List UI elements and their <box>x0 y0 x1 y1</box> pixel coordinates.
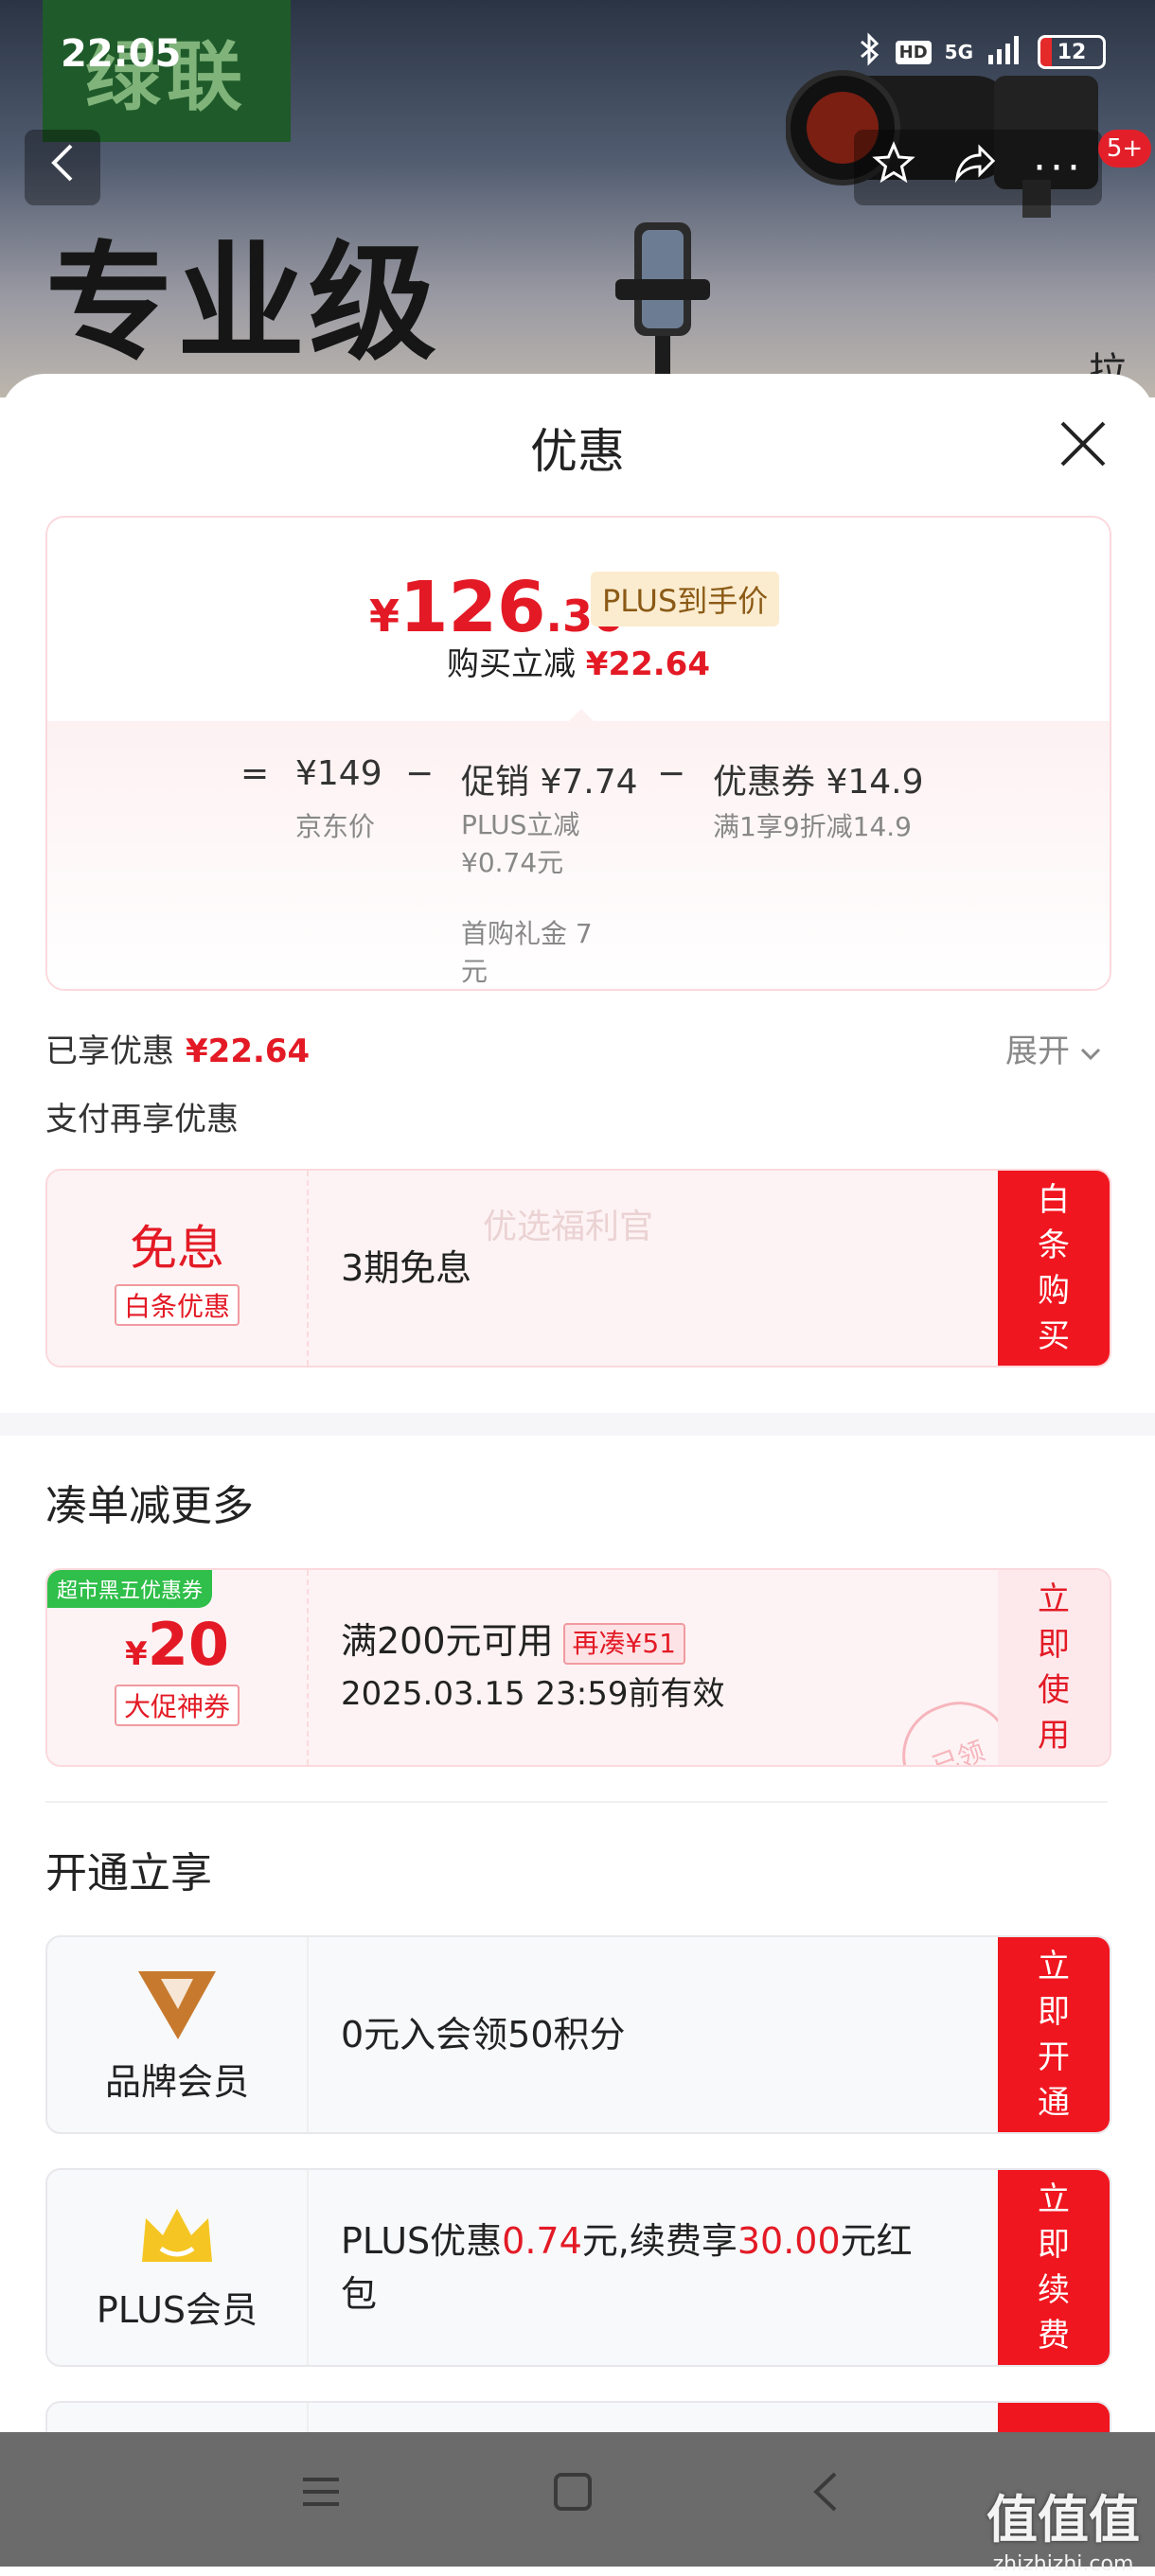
expand-label: 展开 <box>1005 1032 1070 1070</box>
reduce-line: 购买立减 ¥22.64 <box>47 638 1110 684</box>
site-watermark: 值值值 zhizhizhi.com <box>986 2478 1140 2576</box>
plus-member-card: PLUS会员 PLUS优惠0.74元,续费享30.00元红包 立即续费 <box>45 2168 1111 2367</box>
pay-more-label: 支付再享优惠 <box>45 1101 239 1138</box>
baitiao-card: 免息 白条优惠 优选福利官 3期免息 白条购买 <box>45 1169 1111 1367</box>
coupon-left: ¥20 大促神券 <box>47 1570 309 1765</box>
star-icon[interactable] <box>872 140 915 195</box>
coupon-desc: 满200元可用 再凑¥51 2025.03.15 23:59前有效 <box>341 1570 724 1765</box>
final-price: ¥126.36 <box>369 567 623 648</box>
system-nav-bar <box>0 2432 1155 2567</box>
promo-first-buy-detail: 首购礼金 7元 <box>461 918 593 987</box>
plus-desc-d: 30.00 <box>737 2220 841 2262</box>
separator <box>45 1801 1108 1803</box>
price-integer: 126 <box>400 567 546 648</box>
clock: 22:05 <box>61 32 182 76</box>
coupon-card: 超市黑五优惠券 ¥20 大促神券 满200元可用 再凑¥51 2025.03.15… <box>45 1568 1111 1767</box>
home-icon[interactable] <box>551 2470 595 2517</box>
section-divider <box>0 1413 1155 1436</box>
price-currency: ¥ <box>369 591 400 642</box>
menu-icon[interactable] <box>299 2470 343 2517</box>
crown-icon <box>136 2203 218 2273</box>
enjoyed-label: 已享优惠 <box>45 1032 174 1070</box>
site-watermark-big: 值值值 <box>986 2490 1140 2550</box>
plus-member-name: PLUS会员 <box>96 2288 258 2331</box>
cart-badge: 5+ <box>1098 130 1151 168</box>
more-icon[interactable]: ··· <box>1033 144 1084 192</box>
coupon-value: ¥20 <box>125 1610 229 1679</box>
section-title-more: 凑单减更多 <box>45 1482 254 1530</box>
baitiao-desc-text: 3期免息 <box>341 1247 472 1289</box>
coupon-amount: 优惠券 ¥14.9 <box>713 763 924 802</box>
brand-member-left: 品牌会员 <box>47 1937 309 2132</box>
price-card: ¥126.36 PLUS到手价 购买立减 ¥22.64 = ¥149 京东价 −… <box>45 516 1111 991</box>
coupon-tag: 大促神券 <box>114 1684 240 1726</box>
share-icon[interactable] <box>951 142 997 194</box>
jd-price: ¥149 <box>295 754 382 793</box>
coupon-currency: ¥ <box>125 1634 148 1673</box>
renew-plus-button[interactable]: 立即续费 <box>998 2170 1110 2365</box>
site-watermark-small: zhizhizhi.com <box>992 2552 1134 2576</box>
coupon-expire: 2025.03.15 23:59前有效 <box>341 1675 725 1713</box>
back-button[interactable] <box>25 130 100 205</box>
brand-member-desc-text: 0元入会领50积分 <box>341 2014 626 2056</box>
close-icon[interactable] <box>1058 419 1108 468</box>
baitiao-desc: 3期免息 <box>341 1171 471 1366</box>
network-label: 5G <box>944 41 973 63</box>
equals-sign: = <box>240 754 270 793</box>
coupon-detail: 满1享9折减14.9 <box>713 811 912 842</box>
signal-icon <box>986 34 1024 70</box>
pointer-triangle <box>568 709 595 722</box>
plus-price-tag: PLUS到手价 <box>591 572 780 626</box>
baitiao-title: 免息 <box>130 1221 224 1276</box>
plus-desc-b: 0.74 <box>502 2220 582 2262</box>
plus-desc-c: 元,续费享 <box>581 2220 737 2262</box>
use-coupon-button[interactable]: 立即使用 <box>998 1570 1110 1765</box>
plus-member-desc: PLUS优惠0.74元,续费享30.00元红包 <box>341 2170 947 2365</box>
brand-member-desc: 0元入会领50积分 <box>341 1937 626 2132</box>
reduce-label: 购买立减 <box>446 645 576 683</box>
reduce-value: ¥22.64 <box>585 645 710 683</box>
baitiao-buy-button[interactable]: 白条购买 <box>998 1171 1110 1366</box>
top-actions: ··· <box>854 130 1102 205</box>
coupon-extra-tag: 再凑¥51 <box>562 1622 685 1665</box>
brand-member-card: 品牌会员 0元入会领50积分 立即开通 <box>45 1935 1111 2134</box>
baitiao-left: 免息 白条优惠 <box>47 1171 309 1366</box>
enjoyed-value: ¥22.64 <box>186 1032 311 1070</box>
status-bar: 22:05 HD 5G 12 <box>0 0 1155 104</box>
plus-desc-a: PLUS优惠 <box>341 2220 503 2262</box>
minus-sign: − <box>405 754 435 793</box>
jd-price-label: 京东价 <box>295 811 376 842</box>
minus-sign: − <box>657 754 686 793</box>
phone-mount-image <box>615 222 710 393</box>
back-icon <box>48 140 77 195</box>
status-icons: HD 5G 12 <box>858 32 1106 72</box>
watermark-text: 优选福利官 <box>483 1208 654 1246</box>
coupon-condition-line: 满200元可用 再凑¥51 <box>341 1614 724 1667</box>
expand-button[interactable]: 展开 <box>1005 1025 1101 1071</box>
baitiao-tag: 白条优惠 <box>114 1284 240 1326</box>
promo-plus-detail: PLUS立减 ¥0.74元 <box>461 809 580 878</box>
nav-back-icon[interactable] <box>807 2470 844 2517</box>
enjoyed-discount: 已享优惠 ¥22.64 <box>45 1025 310 1071</box>
bluetooth-icon <box>858 32 882 72</box>
section-title-open: 开通立享 <box>45 1849 212 1897</box>
battery-icon: 12 <box>1038 35 1106 69</box>
brand-v-icon <box>134 1966 220 2045</box>
promo-amount: 促销 ¥7.74 <box>461 763 638 802</box>
coupon-amount-value: 20 <box>147 1609 229 1679</box>
discount-sheet: 优惠 ¥126.36 PLUS到手价 购买立减 ¥22.64 = ¥149 京东… <box>0 374 1155 2567</box>
hd-badge: HD <box>895 40 932 64</box>
chevron-down-icon <box>1080 1032 1101 1070</box>
brand-member-name: 品牌会员 <box>104 2060 249 2103</box>
plus-member-left: PLUS会员 <box>47 2170 309 2365</box>
open-membership-button[interactable]: 立即开通 <box>998 1937 1110 2132</box>
sheet-title: 优惠 <box>530 424 625 479</box>
coupon-condition: 满200元可用 <box>341 1620 554 1662</box>
plus-member-desc-line: PLUS优惠0.74元,续费享30.00元红包 <box>341 2214 947 2320</box>
